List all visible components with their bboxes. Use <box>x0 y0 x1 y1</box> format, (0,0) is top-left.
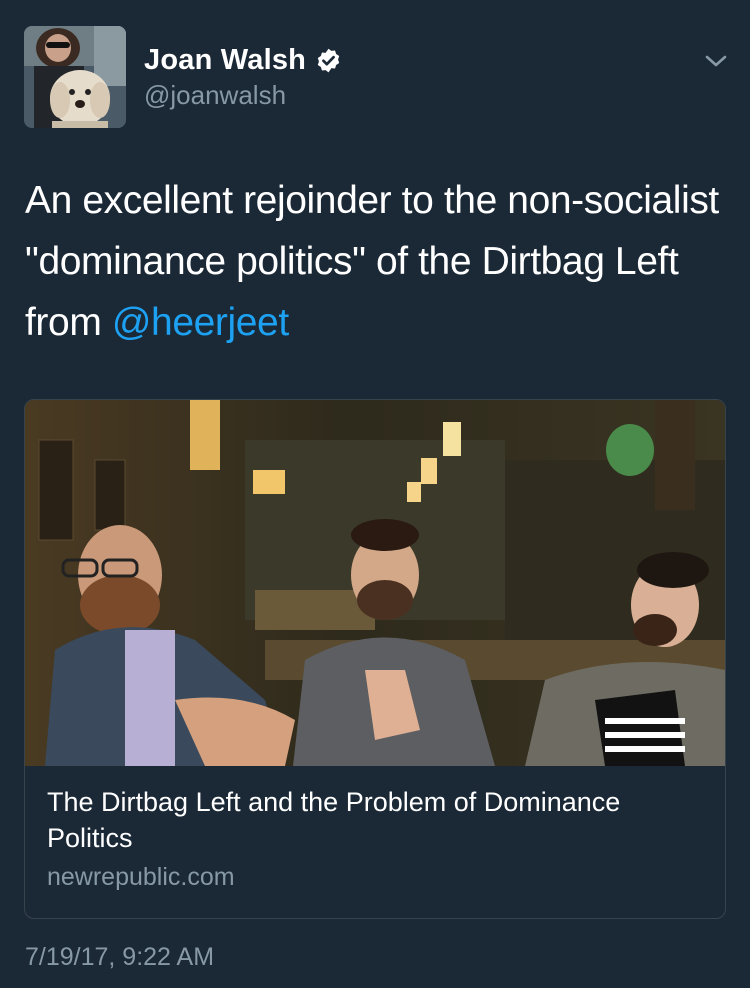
tweet-text: An excellent rejoinder to the non-social… <box>25 170 725 353</box>
mention-link[interactable]: @heerjeet <box>112 301 289 344</box>
card-image <box>25 400 725 766</box>
link-card[interactable]: The Dirtbag Left and the Problem of Domi… <box>24 399 726 919</box>
display-name[interactable]: Joan Walsh <box>144 44 306 77</box>
display-name-row: Joan Walsh <box>144 42 342 78</box>
card-domain: newrepublic.com <box>47 863 235 891</box>
avatar[interactable] <box>24 26 126 128</box>
chevron-down-icon[interactable] <box>704 52 728 70</box>
verified-badge-icon <box>315 47 342 74</box>
timestamp[interactable]: 7/19/17, 9:22 AM <box>25 943 214 972</box>
author-block: Joan Walsh @joanwalsh <box>144 42 342 111</box>
handle[interactable]: @joanwalsh <box>144 80 342 111</box>
card-title[interactable]: The Dirtbag Left and the Problem of Domi… <box>47 784 707 856</box>
tweet: Joan Walsh @joanwalsh An excellent rejoi… <box>0 0 750 988</box>
avatar-image <box>24 26 126 128</box>
